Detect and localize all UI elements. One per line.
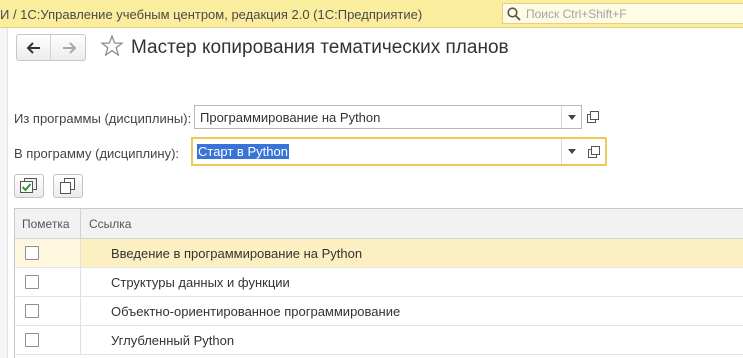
window-title-bar: И / 1С:Управление учебным центром, редак… — [0, 0, 743, 28]
row-checkbox[interactable] — [25, 246, 39, 260]
to-program-dropdown-button[interactable] — [561, 139, 581, 164]
arrow-right-icon — [63, 41, 77, 54]
row-checkbox[interactable] — [25, 333, 39, 347]
search-placeholder: Поиск Ctrl+Shift+F — [526, 7, 627, 21]
form-title: Мастер копирования тематических планов — [131, 37, 509, 58]
table-row[interactable]: Введение в программирование на Python — [15, 239, 743, 268]
row-checkbox[interactable] — [25, 304, 39, 318]
from-program-value: Программирование на Python — [200, 110, 381, 125]
table-row[interactable]: Структуры данных и функции — [15, 268, 743, 297]
table-header: Пометка Ссылка — [15, 209, 743, 239]
table-row[interactable]: Углубленный Python — [15, 326, 743, 355]
window-title: И / 1С:Управление учебным центром, редак… — [0, 7, 423, 22]
dropdown-arrow-icon — [567, 149, 576, 154]
from-program-field[interactable]: Программирование на Python — [194, 105, 582, 129]
row-link-text: Объектно-ориентированное программировани… — [111, 304, 401, 319]
back-button[interactable] — [17, 35, 51, 60]
row-link-text: Введение в программирование на Python — [111, 246, 363, 261]
mark-cell — [15, 297, 81, 325]
dropdown-arrow-icon — [567, 114, 576, 120]
mark-cell — [15, 239, 81, 267]
global-search-input[interactable]: Поиск Ctrl+Shift+F — [502, 3, 743, 24]
open-window-icon — [588, 145, 600, 158]
to-program-field[interactable]: Старт в Python — [191, 137, 607, 166]
topics-table: Пометка Ссылка Введение в программирован… — [14, 208, 743, 358]
row-checkbox[interactable] — [25, 275, 39, 289]
copy-icon — [60, 178, 75, 194]
copy-button[interactable] — [53, 174, 83, 198]
arrow-left-icon — [26, 41, 40, 54]
to-program-label: В программу (дисциплину): — [14, 146, 180, 161]
mark-cell — [15, 268, 81, 296]
from-program-open-button[interactable] — [582, 105, 604, 129]
forward-button[interactable] — [52, 35, 86, 60]
row-link-text: Структуры данных и функции — [111, 275, 290, 290]
left-panel-edge — [0, 28, 8, 358]
column-header-link[interactable]: Ссылка — [82, 209, 131, 239]
check-all-icon — [20, 178, 37, 193]
from-program-label: Из программы (дисциплины): — [14, 111, 192, 126]
mark-cell — [15, 326, 81, 354]
to-program-open-button[interactable] — [583, 139, 605, 164]
star-icon[interactable] — [100, 34, 124, 58]
row-link-text: Углубленный Python — [111, 333, 235, 348]
check-all-button[interactable] — [14, 174, 44, 198]
from-program-dropdown-button[interactable] — [561, 106, 581, 128]
column-header-mark[interactable]: Пометка — [15, 209, 81, 239]
open-window-icon — [587, 111, 599, 123]
table-row[interactable]: Объектно-ориентированное программировани… — [15, 297, 743, 326]
to-program-value: Старт в Python — [197, 144, 289, 159]
navigation-buttons — [16, 34, 86, 61]
search-icon — [507, 7, 521, 21]
